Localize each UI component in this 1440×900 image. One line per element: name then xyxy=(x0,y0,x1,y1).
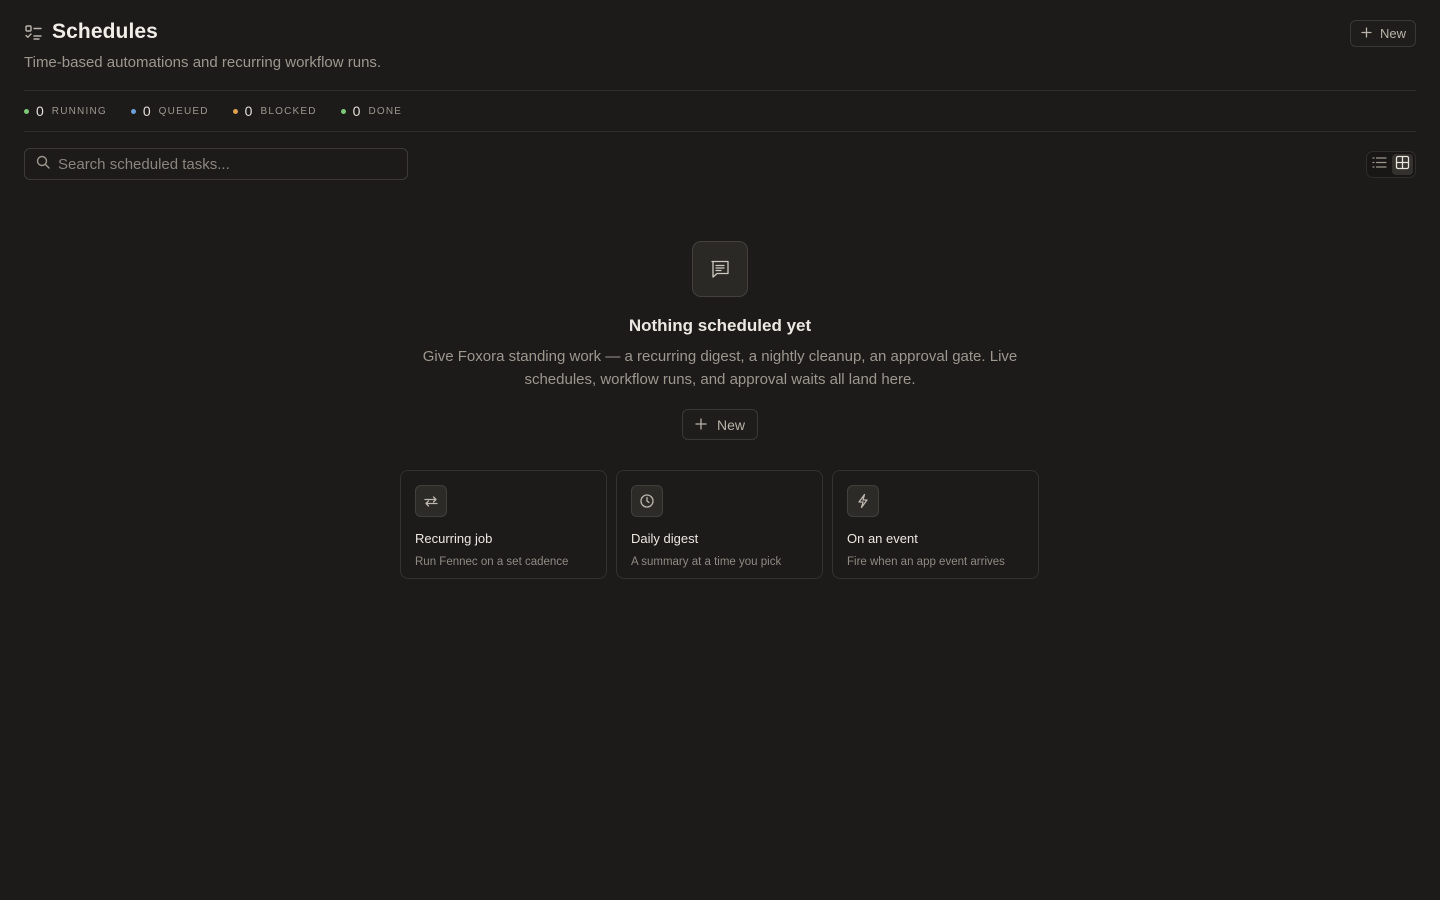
schedules-page: Schedules Time-based automations and rec… xyxy=(0,0,1440,900)
search-input[interactable] xyxy=(58,155,388,173)
view-toggle xyxy=(1366,151,1416,178)
search-box[interactable] xyxy=(24,148,408,180)
grid-view-icon xyxy=(1395,155,1410,175)
stat-label: BLOCKED xyxy=(260,105,317,117)
card-description: Run Fennec on a set cadence xyxy=(415,556,569,568)
template-card-on-event[interactable]: On an event Fire when an app event arriv… xyxy=(832,470,1039,579)
new-schedule-button[interactable]: New xyxy=(1349,20,1416,47)
stat-count: 0 xyxy=(142,103,151,119)
lightning-icon xyxy=(847,485,879,517)
stat-count: 0 xyxy=(352,103,361,119)
page-subtitle: Time-based automations and recurring wor… xyxy=(24,54,382,71)
card-description: A summary at a time you pick xyxy=(631,556,782,568)
status-dot xyxy=(340,108,346,114)
template-cards: Recurring job Run Fennec on a set cadenc… xyxy=(400,470,1039,579)
grid-view-button[interactable] xyxy=(1392,154,1413,175)
card-title: On an event xyxy=(847,531,918,546)
clock-icon xyxy=(631,485,663,517)
status-summary: 0 RUNNING 0 QUEUED 0 BLOCKED 0 DONE xyxy=(24,91,1416,132)
stat-label: QUEUED xyxy=(158,105,209,117)
stat-label: DONE xyxy=(368,105,403,117)
status-dot xyxy=(24,108,29,114)
list-view-icon xyxy=(1372,156,1387,174)
card-description: Fire when an app event arrives xyxy=(847,556,1005,568)
empty-description: Give Foxora standing work — a recurring … xyxy=(422,348,1018,388)
toolbar xyxy=(24,132,1416,196)
list-view-button[interactable] xyxy=(1369,154,1390,175)
message-lines-icon xyxy=(692,241,748,297)
status-dot xyxy=(232,108,238,114)
page-header: Schedules Time-based automations and rec… xyxy=(24,0,1416,91)
new-schedule-label: New xyxy=(1379,26,1406,41)
plus-icon xyxy=(695,417,707,433)
card-title: Recurring job xyxy=(415,531,493,546)
stat-blocked: 0 BLOCKED xyxy=(232,103,317,119)
list-checks-icon xyxy=(24,23,43,42)
stat-count: 0 xyxy=(36,103,44,119)
card-title: Daily digest xyxy=(631,531,699,546)
template-card-recurring-job[interactable]: Recurring job Run Fennec on a set cadenc… xyxy=(400,470,607,579)
stat-label: RUNNING xyxy=(51,105,107,117)
new-schedule-center-button[interactable]: New xyxy=(682,409,758,440)
title-row: Schedules xyxy=(24,20,158,44)
stat-queued: 0 QUEUED xyxy=(130,103,209,119)
page-title: Schedules xyxy=(52,20,158,43)
new-schedule-center-label: New xyxy=(716,416,745,433)
stat-count: 0 xyxy=(244,103,253,119)
search-icon xyxy=(36,155,50,174)
stat-done: 0 DONE xyxy=(340,103,403,119)
plus-icon xyxy=(1361,26,1372,41)
repeat-icon xyxy=(415,485,447,517)
stat-running: 0 RUNNING xyxy=(24,103,107,119)
template-card-daily-digest[interactable]: Daily digest A summary at a time you pic… xyxy=(616,470,823,579)
status-dot xyxy=(130,108,136,114)
empty-title: Nothing scheduled yet xyxy=(628,316,812,335)
empty-state: Nothing scheduled yet Give Foxora standi… xyxy=(0,241,1440,440)
